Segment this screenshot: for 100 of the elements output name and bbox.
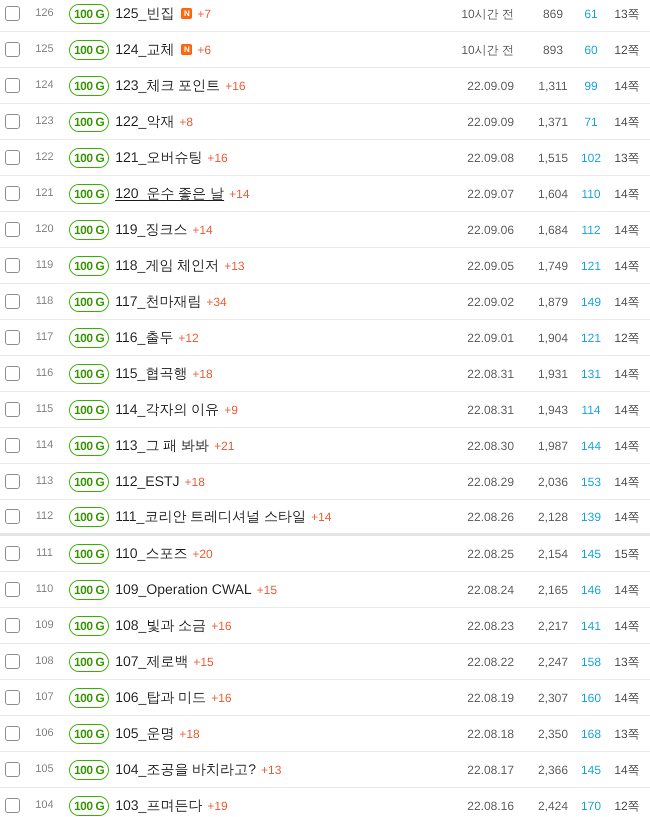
comment-count: +18 (184, 474, 205, 490)
like-count: 102 (580, 150, 602, 166)
view-count: 1,987 (538, 438, 568, 454)
episode-title-link[interactable]: 108_빛과 소금 (115, 615, 206, 636)
date-text: 22.09.07 (467, 186, 514, 202)
row-number: 111 (36, 546, 53, 562)
page-count: 14쪽 (614, 294, 640, 310)
page-count: 13쪽 (614, 6, 640, 22)
view-count: 1,904 (538, 330, 568, 346)
date-text: 10시간 전 (461, 42, 514, 58)
page-count: 14쪽 (614, 114, 640, 130)
comment-count: +34 (206, 294, 227, 310)
page-count: 14쪽 (614, 78, 640, 94)
comment-count: +18 (192, 366, 213, 382)
page-count: 13쪽 (614, 726, 640, 742)
episode-title-link[interactable]: 122_악재 (115, 111, 174, 132)
row-number: 123 (35, 114, 54, 130)
like-count: 141 (580, 618, 602, 634)
comment-count: +14 (229, 186, 250, 202)
row-checkbox[interactable] (5, 78, 20, 93)
price-badge: 100 G (69, 220, 110, 240)
comment-count: +7 (197, 6, 212, 22)
like-count: 110 (581, 186, 601, 202)
episode-title-link[interactable]: 109_Operation CWAL (115, 579, 252, 600)
row-number: 115 (36, 402, 54, 418)
row-checkbox[interactable] (5, 690, 20, 705)
row-number: 120 (35, 222, 54, 238)
price-badge: 100 G (69, 40, 110, 60)
episode-title-link[interactable]: 107_제로백 (115, 651, 188, 672)
episode-title-link[interactable]: 114_각자의 이유 (115, 399, 220, 420)
episode-title-link[interactable]: 125_빈집 (115, 3, 174, 24)
row-checkbox[interactable] (5, 42, 20, 57)
row-number: 119 (36, 258, 54, 274)
price-badge: 100 G (69, 148, 110, 168)
row-number: 118 (36, 294, 54, 310)
episode-title-link[interactable]: 120_운수 좋은 날 (115, 183, 224, 204)
row-checkbox[interactable] (5, 618, 20, 633)
page-count: 14쪽 (614, 474, 640, 490)
date-text: 22.08.24 (467, 582, 514, 598)
price-badge: 100 G (69, 796, 110, 816)
episode-title-link[interactable]: 110_스포즈 (115, 543, 188, 564)
row-checkbox[interactable] (5, 6, 20, 21)
view-count: 2,307 (538, 690, 568, 706)
row-checkbox[interactable] (5, 366, 20, 381)
episode-title-link[interactable]: 119_징크스 (115, 219, 188, 240)
episode-title-link[interactable]: 115_협곡행 (115, 363, 188, 384)
date-text: 22.08.19 (467, 690, 514, 706)
row-checkbox[interactable] (5, 509, 20, 524)
episode-title-link[interactable]: 118_게임 체인저 (115, 255, 220, 276)
row-checkbox[interactable] (5, 438, 20, 453)
date-text: 22.08.16 (467, 798, 514, 814)
view-count: 2,424 (538, 798, 568, 814)
episode-title-link[interactable]: 116_출두 (115, 327, 174, 348)
view-count: 1,311 (538, 78, 568, 94)
episode-title-link[interactable]: 112_ESTJ (115, 471, 180, 492)
price-badge: 100 G (69, 256, 110, 276)
episode-title-link[interactable]: 123_체크 포인트 (115, 75, 220, 96)
episode-title-link[interactable]: 117_천마재림 (115, 291, 202, 312)
episode-title-link[interactable]: 104_조공을 바치라고? (115, 759, 256, 780)
like-count: 61 (584, 6, 598, 22)
price-badge: 100 G (69, 364, 110, 384)
episode-title-link[interactable]: 105_운명 (115, 723, 174, 744)
comment-count: +18 (179, 726, 200, 742)
row-number: 122 (35, 150, 54, 166)
episode-title-link[interactable]: 111_코리안 트레디셔널 스타일 (115, 506, 306, 527)
row-checkbox[interactable] (5, 222, 20, 237)
like-count: 158 (580, 654, 602, 670)
row-checkbox[interactable] (5, 330, 20, 345)
episode-title-link[interactable]: 113_그 패 봐봐 (115, 435, 210, 456)
row-checkbox[interactable] (5, 258, 20, 273)
episode-title-link[interactable]: 103_프며든다 (115, 795, 202, 816)
view-count: 2,128 (538, 508, 568, 526)
date-text: 22.09.05 (467, 258, 514, 274)
row-checkbox[interactable] (5, 762, 20, 777)
price-badge: 100 G (69, 292, 110, 312)
row-checkbox[interactable] (5, 402, 20, 417)
episode-title-link[interactable]: 124_교체 (115, 39, 174, 60)
row-checkbox[interactable] (5, 150, 20, 165)
row-checkbox[interactable] (5, 654, 20, 669)
episode-title-link[interactable]: 121_오버슈팅 (115, 147, 202, 168)
row-checkbox[interactable] (5, 726, 20, 741)
page-count: 14쪽 (614, 186, 640, 202)
date-text: 22.08.18 (467, 726, 514, 742)
row-checkbox[interactable] (5, 186, 20, 201)
row-checkbox[interactable] (5, 294, 20, 309)
like-count: 121 (580, 330, 602, 346)
row-checkbox[interactable] (5, 474, 20, 489)
like-count: 139 (580, 508, 602, 526)
price-badge: 100 G (69, 76, 110, 96)
view-count: 893 (542, 42, 564, 58)
row-checkbox[interactable] (5, 546, 20, 561)
like-count: 114 (581, 402, 601, 418)
episode-title-link[interactable]: 106_탑과 미드 (115, 687, 206, 708)
comment-count: +20 (192, 546, 213, 562)
row-checkbox[interactable] (5, 114, 20, 129)
date-text: 22.08.22 (467, 654, 514, 670)
row-number: 117 (36, 330, 54, 346)
row-checkbox[interactable] (5, 582, 20, 597)
view-count: 2,366 (538, 762, 568, 778)
row-checkbox[interactable] (5, 798, 20, 813)
